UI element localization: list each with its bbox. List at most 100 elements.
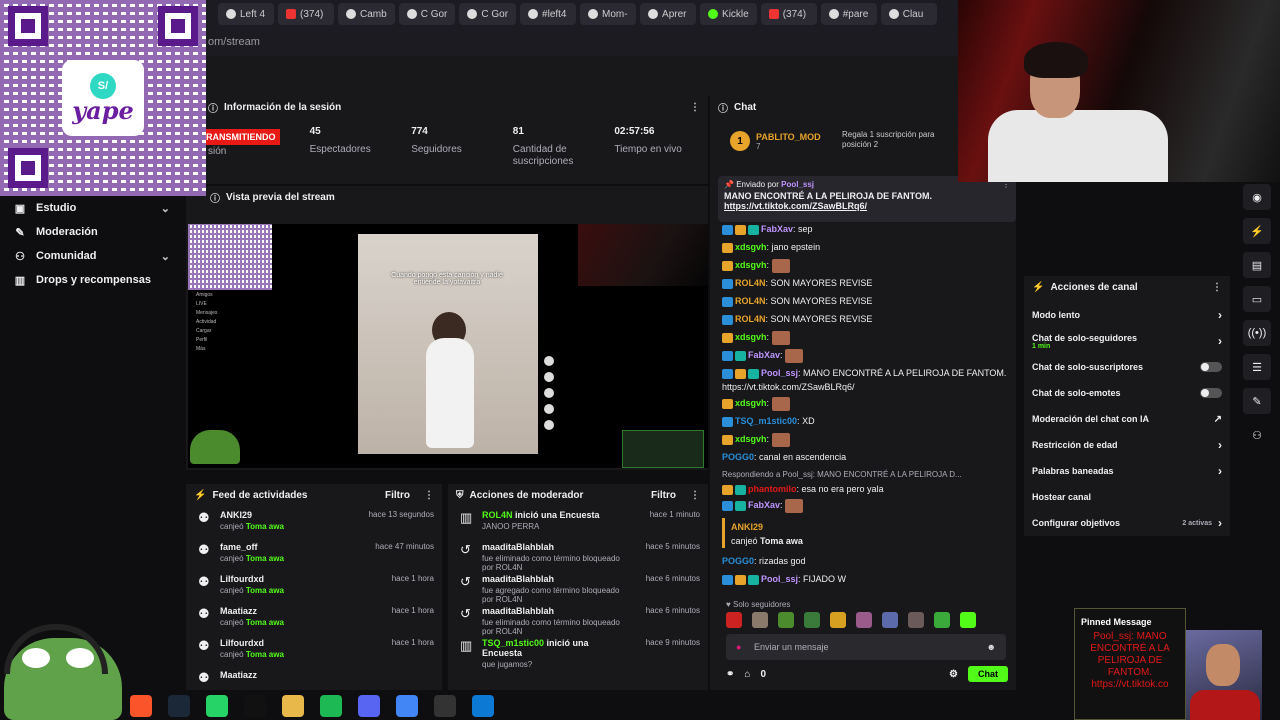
- emote-button[interactable]: [856, 612, 872, 628]
- channel-action-item[interactable]: Configurar objetivos 2 activas ›: [1024, 510, 1230, 536]
- toggle-switch[interactable]: [1200, 362, 1222, 372]
- document-icon[interactable]: ▤: [1243, 252, 1271, 278]
- more-options-icon[interactable]: ⋮: [690, 102, 700, 113]
- chevron-down-icon[interactable]: ⌄: [161, 250, 170, 263]
- steam-icon[interactable]: [168, 695, 190, 717]
- sidebar-item[interactable]: ▣ Estudio ⌄: [0, 196, 186, 220]
- mod-action-user[interactable]: maaditaBlahblah: [482, 542, 554, 552]
- feed-user[interactable]: fame_off: [220, 542, 354, 552]
- chat-username[interactable]: Pool_ssj: [761, 368, 798, 378]
- chat-username[interactable]: POGG0: [722, 556, 754, 566]
- emote-button[interactable]: [908, 612, 924, 628]
- toggle-switch[interactable]: [1200, 388, 1222, 398]
- chat-username[interactable]: FabXav: [748, 350, 780, 360]
- channel-action-item[interactable]: Chat de solo-emotes: [1024, 380, 1230, 406]
- browser-tab[interactable]: Clau: [880, 3, 937, 25]
- more-options-icon[interactable]: ⋮: [690, 490, 700, 501]
- chat-input[interactable]: ● Enviar un mensaje ☻: [726, 634, 1006, 660]
- feed-user[interactable]: Maatiazz: [220, 606, 354, 616]
- browser-tab[interactable]: Left 4: [218, 3, 274, 25]
- sidebar-item[interactable]: ✎ Moderación: [0, 220, 186, 244]
- channel-action-item[interactable]: Palabras baneadas ›: [1024, 458, 1230, 484]
- pinned-link[interactable]: https://vt.tiktok.com/ZSawBLRq6/: [724, 201, 1010, 211]
- more-options-icon[interactable]: ⋮: [424, 490, 434, 501]
- chevron-down-icon[interactable]: ⌄: [161, 202, 170, 215]
- channel-action-item[interactable]: Chat de solo-suscriptores: [1024, 354, 1230, 380]
- sidebar-item[interactable]: ⚇ Comunidad ⌄: [0, 244, 186, 268]
- feed-user[interactable]: Lilfourdxd: [220, 638, 354, 648]
- spotify-icon[interactable]: [320, 695, 342, 717]
- mod-action-user[interactable]: TSQ_m1stic00: [482, 638, 544, 648]
- tiktok-icon[interactable]: [244, 695, 266, 717]
- users-icon[interactable]: ⚇: [1243, 422, 1271, 448]
- chat-username[interactable]: xdsgvh: [735, 332, 767, 342]
- address-bar[interactable]: om/stream: [200, 28, 960, 56]
- edge-icon[interactable]: [472, 695, 494, 717]
- chat-username[interactable]: FabXav: [748, 500, 780, 510]
- chat-username[interactable]: phantomilo: [748, 484, 797, 494]
- chat-username[interactable]: xdsgvh: [735, 260, 767, 270]
- browser-tab[interactable]: Aprer: [640, 3, 697, 25]
- channel-action-item[interactable]: Restricción de edad ›: [1024, 432, 1230, 458]
- channel-action-item[interactable]: Modo lento ›: [1024, 302, 1230, 328]
- browser-tab[interactable]: (374): [278, 3, 334, 25]
- feed-user[interactable]: Lilfourdxd: [220, 574, 354, 584]
- broadcast-icon[interactable]: ((•)): [1243, 320, 1271, 346]
- bolt-icon[interactable]: ⚡: [1243, 218, 1271, 244]
- emote-button[interactable]: [882, 612, 898, 628]
- chat-username[interactable]: ROL4N: [735, 314, 766, 324]
- discord-icon[interactable]: [358, 695, 380, 717]
- store-icon[interactable]: ⌂: [744, 669, 750, 680]
- browser-tab[interactable]: C Gor: [398, 3, 456, 25]
- filter-button[interactable]: Filtro: [385, 490, 410, 501]
- obs-icon[interactable]: [434, 695, 456, 717]
- emote-button[interactable]: [830, 612, 846, 628]
- chat-icon[interactable]: ▭: [1243, 286, 1271, 312]
- chat-username[interactable]: TSQ_m1stic00: [735, 416, 797, 426]
- emote-button[interactable]: [804, 612, 820, 628]
- mod-action-user[interactable]: ROL4N: [482, 510, 513, 520]
- browser-tab[interactable]: #left4: [520, 3, 577, 25]
- browser-tab[interactable]: (374): [760, 3, 817, 25]
- channel-action-item[interactable]: Hostear canal: [1024, 484, 1230, 510]
- chrome-icon[interactable]: [396, 695, 418, 717]
- mod-action-user[interactable]: maaditaBlahblah: [482, 574, 554, 584]
- emote-button[interactable]: [752, 612, 768, 628]
- chat-username[interactable]: FabXav: [761, 224, 793, 234]
- brave-icon[interactable]: [130, 695, 152, 717]
- channel-action-item[interactable]: Chat de solo-seguidores 1 min ›: [1024, 328, 1230, 354]
- pinned-chat-message[interactable]: 📌 Enviado por Pool_ssj ⋮ MANO ENCONTRÉ A …: [718, 176, 1016, 222]
- emote-button[interactable]: [934, 612, 950, 628]
- browser-tab[interactable]: #pare: [820, 3, 877, 25]
- gift-leaderboard[interactable]: 1 PABLITO_MOD 7 Regala 1 suscripción para…: [730, 124, 960, 158]
- sidebar-item[interactable]: ▥ Drops y recompensas: [0, 268, 186, 292]
- chat-username[interactable]: xdsgvh: [735, 398, 767, 408]
- chat-username[interactable]: ROL4N: [735, 296, 766, 306]
- more-options-icon[interactable]: ⋮: [1212, 282, 1222, 293]
- settings-icon[interactable]: ⚙: [949, 669, 958, 680]
- chat-username[interactable]: ROL4N: [735, 278, 766, 288]
- browser-tab[interactable]: C Gor: [459, 3, 517, 25]
- chat-username[interactable]: POGG0: [722, 452, 754, 462]
- chat-username[interactable]: xdsgvh: [735, 242, 767, 252]
- camera-icon[interactable]: ◉: [1243, 184, 1271, 210]
- browser-tab[interactable]: Kickle: [700, 3, 757, 25]
- send-chat-button[interactable]: Chat: [968, 666, 1008, 682]
- filter-button[interactable]: Filtro: [651, 490, 676, 501]
- folder-icon[interactable]: [282, 695, 304, 717]
- feed-user[interactable]: Maatiazz: [220, 670, 354, 680]
- layout-icon[interactable]: ☰: [1243, 354, 1271, 380]
- emote-button[interactable]: [726, 612, 742, 628]
- chat-username[interactable]: xdsgvh: [735, 434, 767, 444]
- emote-button[interactable]: [778, 612, 794, 628]
- chat-username[interactable]: Pool_ssj: [761, 574, 798, 584]
- browser-tab[interactable]: Camb: [338, 3, 395, 25]
- redeem-user[interactable]: ANKI29: [731, 520, 1012, 534]
- browser-tab[interactable]: Mom-: [580, 3, 637, 25]
- wrench-icon[interactable]: ✎: [1243, 388, 1271, 414]
- link-icon[interactable]: ⚭: [726, 669, 734, 680]
- feed-user[interactable]: ANKI29: [220, 510, 354, 520]
- whatsapp-icon[interactable]: [206, 695, 228, 717]
- emoji-icon[interactable]: ☻: [987, 642, 996, 652]
- channel-action-item[interactable]: Moderación del chat con IA ↗: [1024, 406, 1230, 432]
